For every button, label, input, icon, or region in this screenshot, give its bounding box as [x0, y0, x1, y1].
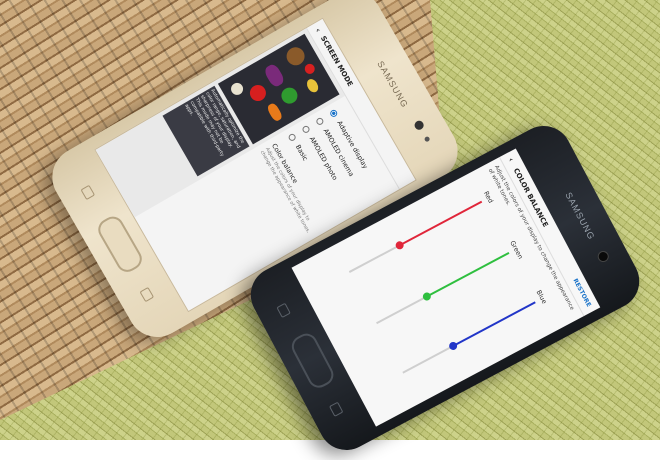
option-label: Basic	[293, 143, 310, 163]
radio-icon[interactable]	[287, 132, 298, 142]
green-slider-track[interactable]	[376, 251, 510, 325]
slider-label-red: Red	[482, 189, 495, 205]
blue-slider-track[interactable]	[402, 301, 536, 374]
radio-selected-icon[interactable]	[329, 108, 339, 118]
radio-icon[interactable]	[315, 116, 326, 126]
back-arrow-icon[interactable]: ‹	[314, 26, 323, 33]
back-arrow-icon[interactable]: ‹	[507, 156, 516, 163]
back-key[interactable]	[139, 286, 155, 303]
recent-apps-key[interactable]	[80, 184, 96, 201]
radio-icon[interactable]	[301, 124, 312, 134]
back-key[interactable]	[328, 401, 344, 417]
recent-apps-key[interactable]	[276, 302, 291, 319]
